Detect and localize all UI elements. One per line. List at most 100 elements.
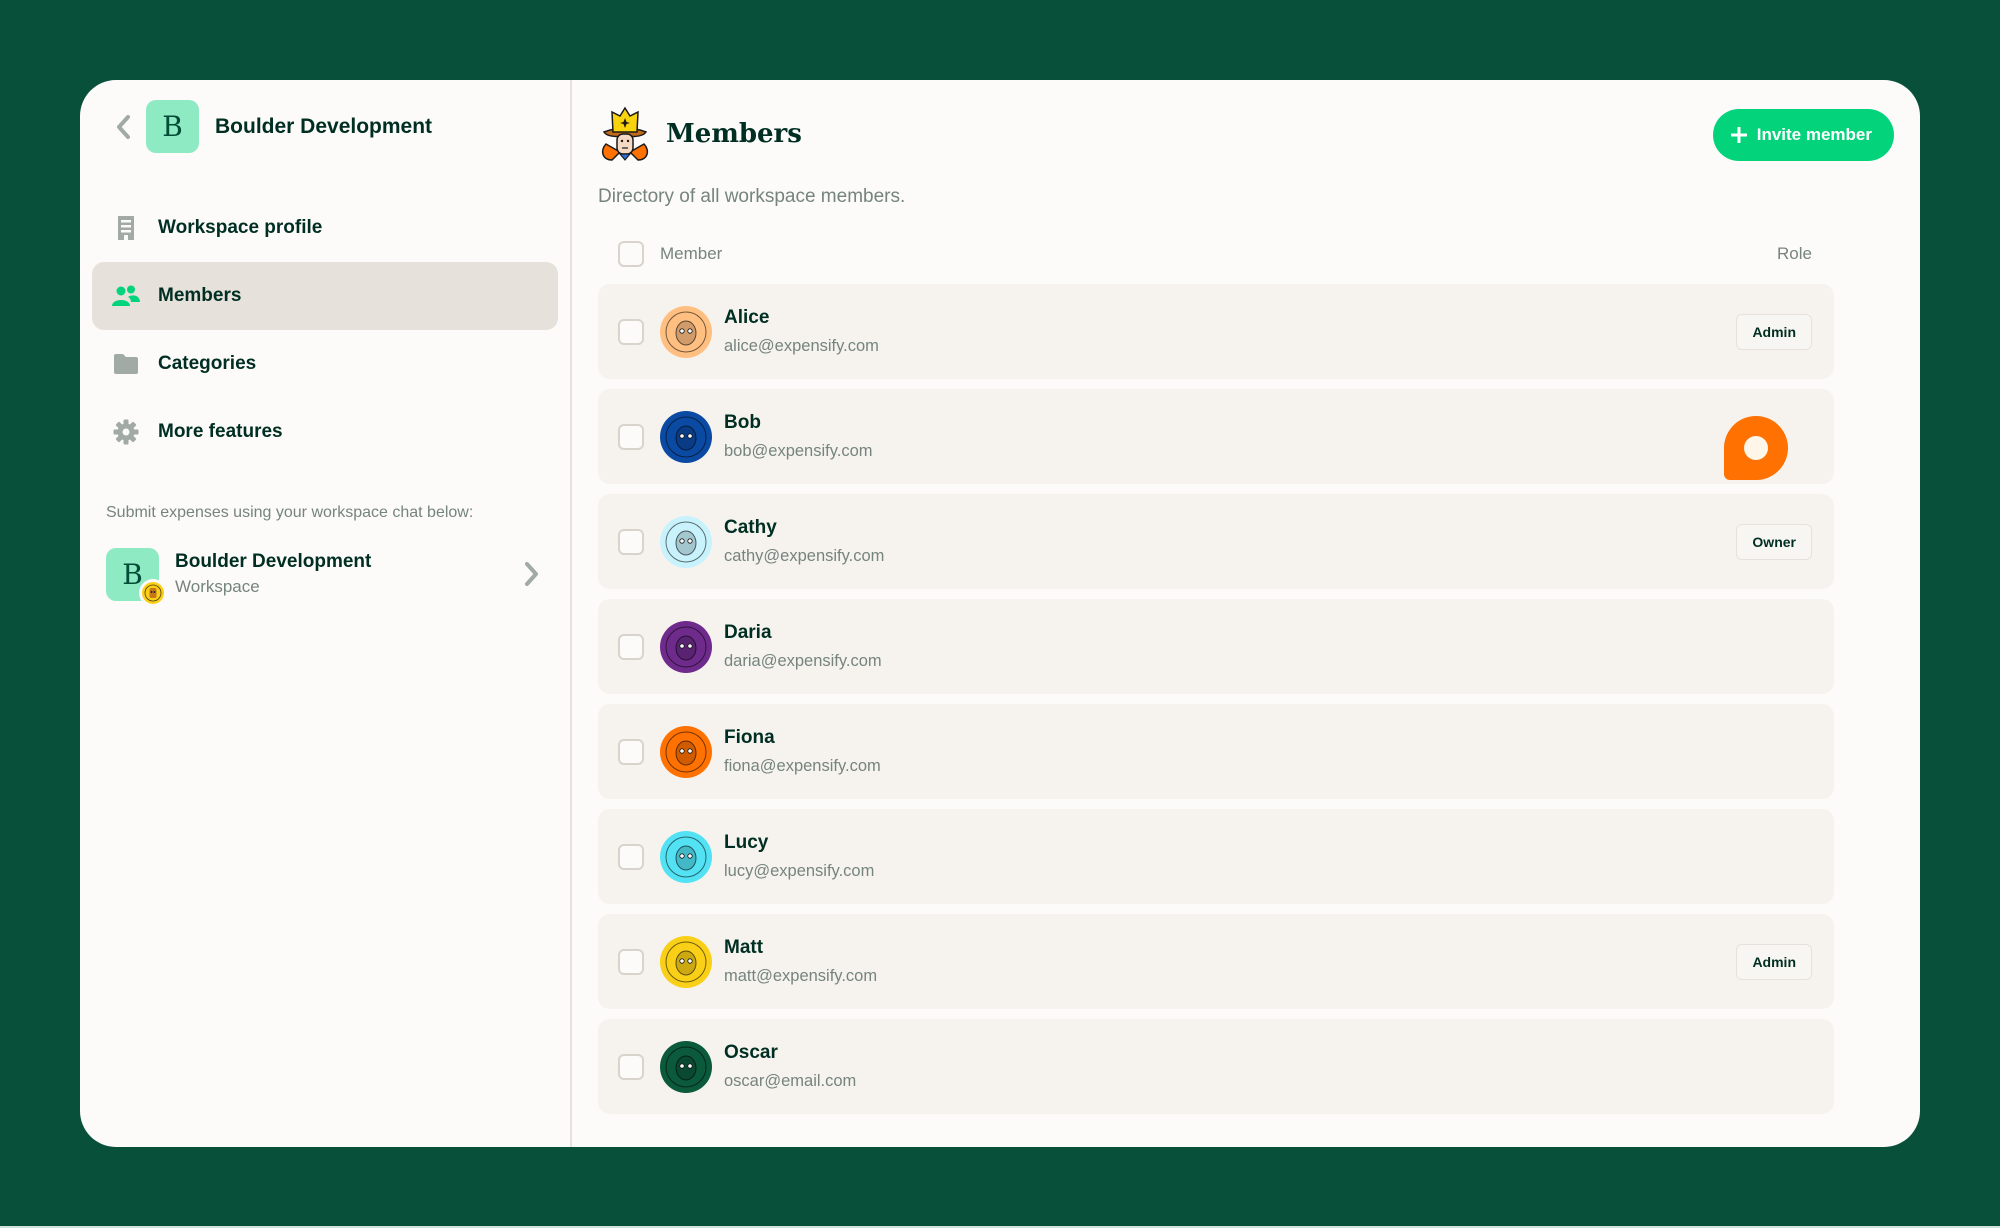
member-avatar	[660, 515, 712, 568]
workspace-chat-title: Boulder Development	[175, 551, 372, 572]
member-checkbox[interactable]	[618, 948, 644, 975]
chat-fab-button[interactable]	[1724, 416, 1788, 480]
member-row[interactable]: Cathy cathy@expensify.com Owner	[598, 494, 1834, 589]
workspace-chat-link[interactable]: B Boulder Development Workspace	[92, 546, 558, 607]
avatar-illustration-icon	[665, 1046, 707, 1087]
member-row[interactable]: Fiona fiona@expensify.com	[598, 704, 1834, 799]
member-row[interactable]: Daria daria@expensify.com	[598, 599, 1834, 694]
gear-icon	[112, 418, 140, 446]
role-badge: Owner	[1736, 523, 1812, 560]
building-icon	[112, 214, 140, 242]
member-checkbox[interactable]	[618, 528, 644, 555]
member-avatar	[660, 410, 712, 463]
member-name: Fiona	[724, 727, 775, 748]
member-email: bob@expensify.com	[724, 442, 873, 460]
member-email: fiona@expensify.com	[724, 757, 881, 775]
member-avatar	[660, 935, 712, 988]
chat-bubble-icon	[1744, 436, 1768, 460]
users-icon	[112, 282, 140, 310]
invite-member-button[interactable]: Invite member	[1712, 109, 1894, 161]
workspace-logo: B	[146, 100, 199, 153]
sidebar-item-label: More features	[158, 421, 283, 442]
member-checkbox[interactable]	[618, 1053, 644, 1080]
member-info: Lucy lucy@expensify.com	[724, 832, 1812, 881]
sidebar: B Boulder Development Workspace profile …	[80, 80, 572, 1147]
sidebar-item-label: Workspace profile	[158, 217, 323, 238]
member-info: Fiona fiona@expensify.com	[724, 727, 1812, 776]
member-name: Bob	[724, 412, 761, 433]
member-email: oscar@email.com	[724, 1072, 857, 1090]
folder-icon	[112, 350, 140, 378]
select-all-checkbox[interactable]	[618, 241, 644, 267]
member-info: Daria daria@expensify.com	[724, 622, 1812, 671]
members-list: Alice alice@expensify.com Admin Bob bob@…	[598, 284, 1834, 1114]
member-row[interactable]: Alice alice@expensify.com Admin	[598, 284, 1834, 379]
sidebar-item-workspace-profile[interactable]: Workspace profile	[92, 194, 558, 262]
member-email: lucy@expensify.com	[724, 862, 875, 880]
members-list-header: Member Role	[598, 234, 1834, 274]
member-avatar	[660, 305, 712, 358]
member-email: alice@expensify.com	[724, 337, 879, 355]
invite-member-label: Invite member	[1756, 125, 1872, 144]
owner-avatar-badge	[139, 578, 167, 607]
sidebar-item-more-features[interactable]: More features	[92, 398, 558, 466]
member-avatar	[660, 1040, 712, 1093]
member-name: Oscar	[724, 1042, 778, 1063]
member-row[interactable]: Oscar oscar@email.com	[598, 1019, 1834, 1114]
workspace-chat-subtitle: Workspace	[175, 577, 260, 596]
chevron-right-icon	[520, 561, 544, 587]
cowboy-illustration-icon	[598, 106, 652, 162]
sidebar-item-label: Categories	[158, 353, 257, 374]
member-email: matt@expensify.com	[724, 967, 878, 985]
page-description: Directory of all workspace members.	[598, 186, 906, 207]
member-name: Daria	[724, 622, 772, 643]
member-name: Matt	[724, 937, 764, 958]
sidebar-nav: Workspace profile Members Categories Mor…	[92, 194, 558, 466]
workspace-name: Boulder Development	[215, 114, 433, 138]
workspace-header: B Boulder Development	[92, 100, 558, 153]
member-row[interactable]: Lucy lucy@expensify.com	[598, 809, 1834, 904]
page-title: Members	[666, 119, 802, 149]
workspace-chat-avatar: B	[106, 547, 167, 607]
sidebar-item-label: Members	[158, 285, 242, 306]
column-header-member: Member	[660, 244, 723, 263]
back-button[interactable]	[108, 107, 138, 147]
member-info: Oscar oscar@email.com	[724, 1042, 1812, 1091]
avatar-illustration-icon	[665, 416, 707, 457]
workspace-chat-text: Boulder Development Workspace	[175, 551, 520, 597]
member-email: cathy@expensify.com	[724, 547, 885, 565]
avatar-illustration-icon	[665, 836, 707, 877]
chevron-left-icon	[117, 114, 130, 139]
app-window: B Boulder Development Workspace profile …	[80, 80, 1920, 1147]
workspace-chat-hint: Submit expenses using your workspace cha…	[106, 504, 474, 521]
avatar-illustration-icon	[665, 941, 707, 982]
member-info: Bob bob@expensify.com	[724, 412, 1812, 461]
plus-icon	[1730, 127, 1747, 143]
avatar-illustration-icon	[665, 731, 707, 772]
member-info: Matt matt@expensify.com	[724, 937, 1736, 986]
member-checkbox[interactable]	[618, 318, 644, 345]
member-checkbox[interactable]	[618, 633, 644, 660]
member-row[interactable]: Matt matt@expensify.com Admin	[598, 914, 1834, 1009]
member-avatar	[660, 830, 712, 883]
role-badge: Admin	[1736, 943, 1812, 980]
member-checkbox[interactable]	[618, 738, 644, 765]
avatar-illustration-icon	[665, 311, 707, 352]
member-avatar	[660, 725, 712, 778]
role-badge: Admin	[1736, 313, 1812, 350]
members-page: Members Invite member Directory of all w…	[572, 80, 1920, 1147]
sidebar-item-categories[interactable]: Categories	[92, 330, 558, 398]
avatar-illustration-icon	[665, 521, 707, 562]
member-avatar	[660, 620, 712, 673]
member-row[interactable]: Bob bob@expensify.com	[598, 389, 1834, 484]
member-checkbox[interactable]	[618, 843, 644, 870]
column-header-role: Role	[1777, 244, 1812, 263]
member-info: Alice alice@expensify.com	[724, 307, 1736, 356]
member-checkbox[interactable]	[618, 423, 644, 450]
avatar-illustration-icon	[665, 626, 707, 667]
member-name: Lucy	[724, 832, 769, 853]
member-info: Cathy cathy@expensify.com	[724, 517, 1736, 566]
member-name: Alice	[724, 307, 770, 328]
sidebar-item-members[interactable]: Members	[92, 262, 558, 330]
member-name: Cathy	[724, 517, 777, 538]
